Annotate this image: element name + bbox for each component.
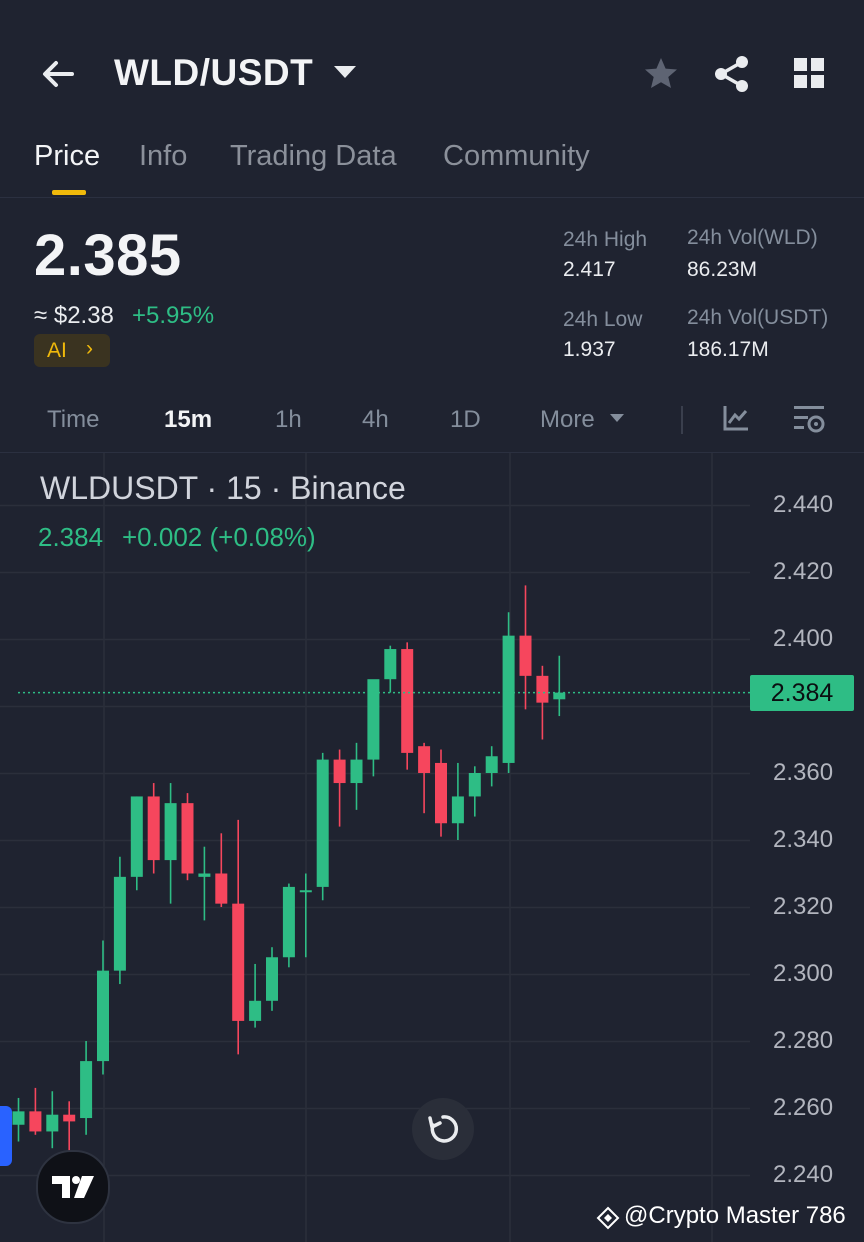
candle-body [113, 876, 126, 971]
indicator-chart-icon[interactable] [722, 404, 750, 432]
watermark-text: @Crypto Master 786 [624, 1202, 846, 1229]
reset-chart-button[interactable] [412, 1098, 474, 1160]
interval-separator [681, 406, 683, 434]
interval-time[interactable]: Time [47, 406, 99, 434]
high-label: 24h High [563, 228, 648, 251]
ai-label: AI [47, 339, 67, 362]
candle-body [46, 1114, 59, 1132]
tabs-divider [0, 197, 864, 198]
usd-approx-price: ≈ $2.38 [34, 302, 114, 329]
candle-body [80, 1061, 93, 1119]
chart-symbol-title: WLDUSDT · 15 · Binance [40, 470, 406, 506]
interval-1h[interactable]: 1h [275, 406, 302, 434]
interval-4h[interactable]: 4h [362, 406, 389, 434]
chart-change: +0.002 (+0.08%) [122, 522, 316, 552]
candle-body [384, 649, 397, 680]
candle-body [249, 1000, 262, 1021]
chart-last-price: 2.384 [38, 522, 104, 552]
candle-body [97, 970, 109, 1062]
candle-body [536, 675, 549, 703]
low-label: 24h Low [563, 308, 643, 331]
tab-price[interactable]: Price [34, 140, 100, 173]
candle-body [266, 957, 278, 1001]
grid-menu-icon[interactable] [792, 56, 826, 90]
vol-usdt-label: 24h Vol(USDT) [687, 306, 829, 329]
candle-body [299, 890, 312, 893]
y-axis-label: 2.280 [773, 1027, 834, 1054]
candle-body [519, 635, 532, 676]
y-axis-label: 2.360 [773, 759, 834, 786]
candle-body [468, 773, 481, 797]
binance-logo-icon [596, 1206, 620, 1230]
ai-button[interactable]: AI › [34, 334, 110, 367]
interval-more[interactable]: More [540, 406, 595, 434]
y-axis-label: 2.420 [773, 558, 834, 585]
tab-info[interactable]: Info [139, 140, 187, 173]
y-axis-label: 2.260 [773, 1094, 834, 1121]
share-icon[interactable] [712, 54, 752, 94]
tradingview-logo-icon [52, 1176, 94, 1198]
vol-wld-label: 24h Vol(WLD) [687, 226, 818, 249]
chart-settings-icon[interactable] [792, 404, 826, 436]
candle-body [451, 796, 464, 824]
candle-body [147, 796, 160, 861]
vol-usdt-value: 186.17M [687, 338, 769, 361]
y-axis-label: 2.300 [773, 960, 834, 987]
tab-community[interactable]: Community [443, 140, 590, 173]
y-axis-label: 2.340 [773, 826, 834, 853]
candle-body [63, 1114, 76, 1122]
last-price: 2.385 [34, 223, 182, 288]
candle-body [333, 759, 346, 784]
active-tab-indicator [52, 190, 86, 195]
candle-body [350, 759, 363, 784]
side-panel-toggle[interactable] [0, 1106, 12, 1166]
candle-body [485, 756, 498, 773]
candle-body [282, 886, 295, 958]
interval-1d[interactable]: 1D [450, 406, 481, 434]
y-axis-label: 2.440 [773, 491, 834, 518]
y-axis-label: 2.320 [773, 893, 834, 920]
candle-body [130, 796, 143, 877]
favorite-star-icon[interactable] [642, 55, 680, 93]
chevron-right-icon: › [86, 337, 93, 360]
back-arrow-icon[interactable] [38, 54, 78, 94]
candle-body [198, 873, 211, 877]
pair-dropdown-caret-icon[interactable] [334, 66, 356, 78]
current-price-tag: 2.384 [750, 675, 854, 711]
low-value: 1.937 [563, 338, 616, 361]
tab-trading-data[interactable]: Trading Data [230, 140, 397, 173]
candle-body [367, 679, 380, 760]
candle-body [553, 692, 566, 700]
y-axis-label: 2.400 [773, 625, 834, 652]
y-axis-label: 2.240 [773, 1161, 834, 1188]
vol-wld-value: 86.23M [687, 258, 758, 281]
interval-15m[interactable]: 15m [164, 406, 212, 434]
candle-body [29, 1111, 42, 1132]
candle-body [164, 803, 177, 861]
tradingview-logo[interactable] [36, 1150, 110, 1224]
reset-icon [428, 1115, 459, 1143]
candle-body [401, 649, 414, 753]
candle-body [12, 1111, 25, 1125]
high-value: 2.417 [563, 258, 616, 281]
candle-body [181, 803, 194, 874]
candle-body [418, 746, 431, 773]
candle-body [502, 635, 515, 763]
more-caret-icon[interactable] [610, 414, 624, 422]
trading-pair-title[interactable]: WLD/USDT [114, 52, 313, 94]
change-percent: +5.95% [132, 302, 215, 329]
candle-body [215, 873, 228, 904]
candle-body [316, 759, 329, 887]
candle-body [232, 903, 245, 1021]
candle-body [435, 762, 447, 824]
